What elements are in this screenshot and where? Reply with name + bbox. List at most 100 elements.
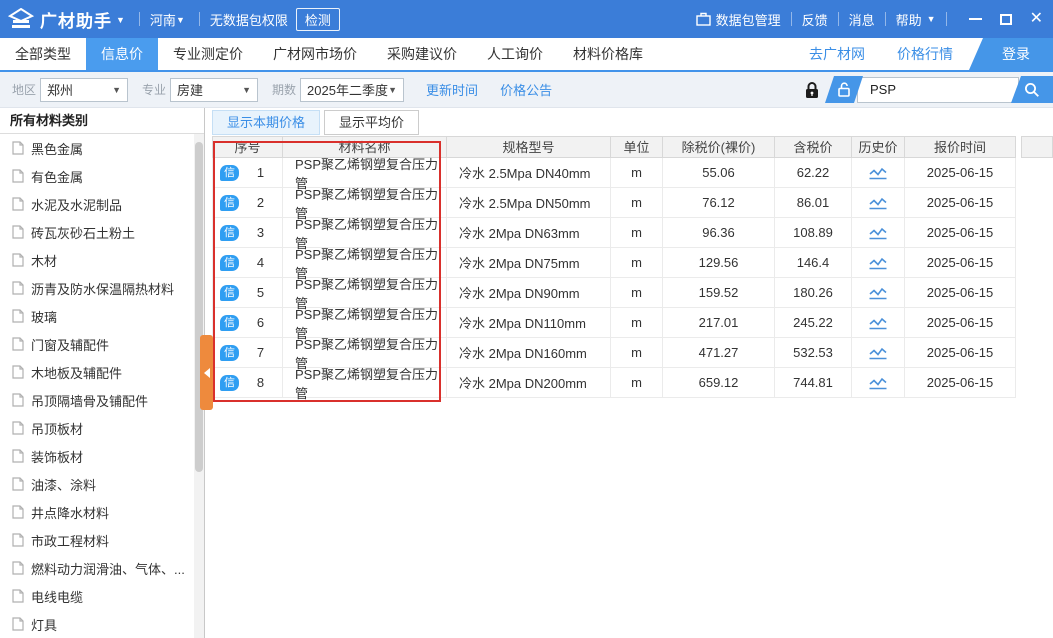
nav-item-6[interactable]: 人工询价 — [472, 38, 558, 70]
quote-date-cell: 2025-06-15 — [905, 308, 1016, 338]
chevron-down-icon[interactable]: ▼ — [116, 15, 125, 25]
sidebar-item-10[interactable]: 吊顶隔墙骨及铺配件 — [0, 386, 204, 414]
nav-item-7[interactable]: 材料价格库 — [558, 38, 658, 70]
app-logo-icon — [8, 8, 34, 30]
nav-item-5[interactable]: 采购建议价 — [372, 38, 472, 70]
divider — [139, 12, 140, 26]
nav-item-3[interactable]: 专业测定价 — [158, 38, 258, 70]
table-row[interactable]: 信8PSP聚乙烯钢塑复合压力管冷水 2Mpa DN200mmm659.12744… — [212, 368, 1053, 398]
check-permission-button[interactable]: 检测 — [296, 8, 340, 31]
permission-status: 无数据包权限 — [210, 10, 288, 29]
history-price-chart-icon[interactable] — [868, 255, 888, 270]
document-icon — [12, 393, 24, 407]
history-price-chart-icon[interactable] — [868, 195, 888, 210]
price-excl-tax-cell: 659.12 — [663, 368, 775, 398]
nav-tabs: 全部类型信息价专业测定价广材网市场价采购建议价人工询价材料价格库 — [0, 38, 658, 70]
info-badge-icon[interactable]: 信 — [220, 345, 239, 361]
price-excl-tax-cell: 76.12 — [663, 188, 775, 218]
price-market-link[interactable]: 价格行情 — [881, 38, 969, 70]
region-switcher[interactable]: 河南 — [150, 10, 176, 29]
sidebar-item-3[interactable]: 水泥及水泥制品 — [0, 190, 204, 218]
tab-average-price[interactable]: 显示平均价 — [324, 110, 419, 135]
sidebar-item-label: 黑色金属 — [31, 139, 83, 158]
nav-item-1[interactable]: 全部类型 — [0, 38, 86, 70]
message-button[interactable]: 消息 — [849, 10, 875, 29]
period-select[interactable]: 2025年二季度▼ — [300, 78, 404, 102]
major-label: 专业 — [142, 81, 166, 98]
unit-cell: m — [611, 158, 663, 188]
serial-cell: 信1 — [212, 158, 283, 188]
sidebar-item-1[interactable]: 黑色金属 — [0, 134, 204, 162]
sidebar-item-13[interactable]: 油漆、涂料 — [0, 470, 204, 498]
history-price-chart-icon[interactable] — [868, 315, 888, 330]
price-incl-tax-cell: 180.26 — [775, 278, 852, 308]
divider — [199, 12, 200, 26]
sidebar-item-4[interactable]: 砖瓦灰砂石土粉土 — [0, 218, 204, 246]
search-input[interactable] — [857, 77, 1019, 103]
info-badge-icon[interactable]: 信 — [220, 375, 239, 391]
sidebar-item-2[interactable]: 有色金属 — [0, 162, 204, 190]
sidebar-item-label: 电线电缆 — [31, 587, 83, 606]
locked-icon[interactable] — [804, 81, 820, 99]
help-menu[interactable]: 帮助▼ — [896, 10, 936, 29]
row-number: 8 — [239, 375, 282, 390]
document-icon — [12, 617, 24, 631]
history-price-chart-icon[interactable] — [868, 375, 888, 390]
history-price-chart-icon[interactable] — [868, 345, 888, 360]
update-time-link[interactable]: 更新时间 — [426, 80, 478, 99]
unit-cell: m — [611, 188, 663, 218]
region-select[interactable]: 郑州▼ — [40, 78, 128, 102]
quote-date-cell: 2025-06-15 — [905, 158, 1016, 188]
info-badge-icon[interactable]: 信 — [220, 225, 239, 241]
history-price-chart-icon[interactable] — [868, 165, 888, 180]
sidebar-item-11[interactable]: 吊顶板材 — [0, 414, 204, 442]
serial-cell: 信5 — [212, 278, 283, 308]
document-icon — [12, 309, 24, 323]
price-incl-tax-cell: 108.89 — [775, 218, 852, 248]
history-price-cell — [852, 188, 905, 218]
data-package-manager[interactable]: 数据包管理 — [696, 10, 781, 29]
sidebar-item-18[interactable]: 灯具 — [0, 610, 204, 638]
sidebar-item-5[interactable]: 木材 — [0, 246, 204, 274]
history-price-cell — [852, 218, 905, 248]
nav-item-4[interactable]: 广材网市场价 — [258, 38, 372, 70]
sidebar-item-6[interactable]: 沥青及防水保温隔热材料 — [0, 274, 204, 302]
sidebar-item-17[interactable]: 电线电缆 — [0, 582, 204, 610]
price-notice-link[interactable]: 价格公告 — [500, 80, 552, 99]
sidebar-item-8[interactable]: 门窗及辅配件 — [0, 330, 204, 358]
document-icon — [12, 337, 24, 351]
sidebar-item-12[interactable]: 装饰板材 — [0, 442, 204, 470]
history-price-chart-icon[interactable] — [868, 285, 888, 300]
scrollbar-thumb[interactable] — [195, 142, 203, 472]
divider — [838, 12, 839, 26]
login-button[interactable]: 登录 — [969, 38, 1053, 70]
minimize-button[interactable] — [969, 18, 982, 20]
filter-bar: 地区 郑州▼ 专业 房建▼ 期数 2025年二季度▼ 更新时间 价格公告 — [0, 72, 1053, 108]
sidebar-collapse-handle[interactable] — [200, 335, 213, 410]
feedback-button[interactable]: 反馈 — [802, 10, 828, 29]
sidebar-title: 所有材料类别 — [0, 108, 204, 134]
price-incl-tax-cell: 744.81 — [775, 368, 852, 398]
quote-date-cell: 2025-06-15 — [905, 368, 1016, 398]
unit-cell: m — [611, 338, 663, 368]
quote-date-cell: 2025-06-15 — [905, 248, 1016, 278]
sidebar-item-16[interactable]: 燃料动力润滑油、气体、... — [0, 554, 204, 582]
info-badge-icon[interactable]: 信 — [220, 195, 239, 211]
info-badge-icon[interactable]: 信 — [220, 255, 239, 271]
history-price-chart-icon[interactable] — [868, 225, 888, 240]
major-select[interactable]: 房建▼ — [170, 78, 258, 102]
maximize-button[interactable] — [1000, 14, 1012, 25]
sidebar-item-14[interactable]: 井点降水材料 — [0, 498, 204, 526]
sidebar-item-15[interactable]: 市政工程材料 — [0, 526, 204, 554]
info-badge-icon[interactable]: 信 — [220, 165, 239, 181]
sidebar-item-9[interactable]: 木地板及辅配件 — [0, 358, 204, 386]
close-button[interactable]: ✕ — [1030, 11, 1043, 27]
chevron-down-icon[interactable]: ▼ — [176, 15, 185, 25]
go-guangcai-link[interactable]: 去广材网 — [793, 38, 881, 70]
tab-current-price[interactable]: 显示本期价格 — [212, 110, 320, 135]
info-badge-icon[interactable]: 信 — [220, 315, 239, 331]
nav-item-2[interactable]: 信息价 — [86, 38, 158, 70]
column-header-5: 除税价(裸价) — [663, 136, 775, 158]
info-badge-icon[interactable]: 信 — [220, 285, 239, 301]
sidebar-item-7[interactable]: 玻璃 — [0, 302, 204, 330]
